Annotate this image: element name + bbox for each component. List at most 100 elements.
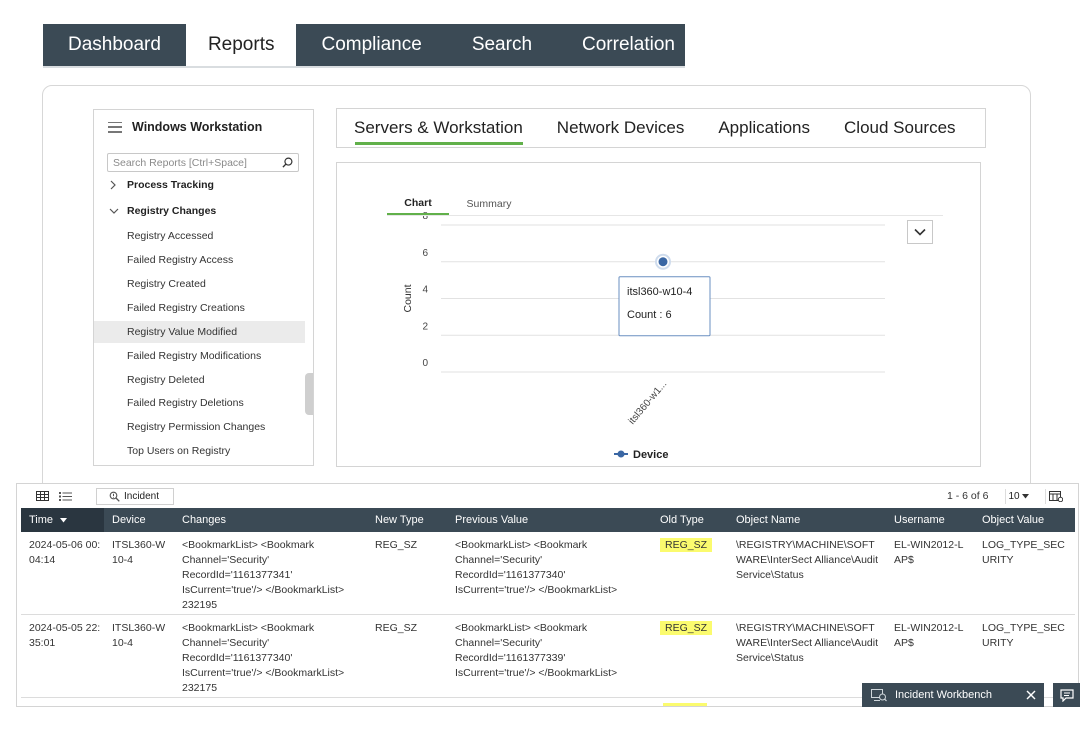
cell-old-type: REG_SZ [652,538,728,553]
column-label: Time [29,514,54,526]
page-size-select[interactable]: 10 [1005,489,1031,504]
report-sidebar: Windows Workstation Process Tracking Reg… [93,109,314,466]
incident-label: Incident [124,491,160,502]
sidebar-item-top-users-on-registry[interactable]: Top Users on Registry [94,440,305,462]
sidebar-item-registry-permission-changes[interactable]: Registry Permission Changes [94,416,305,438]
nav-tab-compliance[interactable]: Compliance [296,24,446,66]
cell-device: ITSL360-W10-4 [112,622,166,649]
cell-device: ITSL360-W10-4 [112,539,166,566]
tab-applications[interactable]: Applications [701,109,827,147]
column-settings-icon[interactable] [1045,489,1065,504]
y-tick-label: 6 [422,248,428,259]
legend-label: Device [633,449,668,461]
nav-tab-search[interactable]: Search [447,24,557,66]
sidebar-item-registry-deleted[interactable]: Registry Deleted [94,369,305,391]
incident-icon [109,491,120,502]
column-header-new-type[interactable]: New Type [367,508,447,532]
chat-icon [1059,688,1074,702]
column-header-previous-value[interactable]: Previous Value [447,508,652,532]
cell-changes: <BookmarkList> <Bookmark Channel='Securi… [182,539,345,611]
results-grid: Incident 1 - 6 of 6 10 Time Device Chang… [16,483,1079,707]
report-search-box [107,153,299,172]
column-header-object-name[interactable]: Object Name [728,508,886,532]
chevron-right-icon [109,180,127,190]
hamburger-menu-icon[interactable] [108,121,122,133]
sidebar-title: Windows Workstation [132,120,263,134]
cell-object-value: LOG_TYPE_SECURITY [982,622,1065,649]
column-header-time[interactable]: Time [21,508,104,532]
sidebar-item-failed-registry-modifications[interactable]: Failed Registry Modifications [94,345,305,367]
partial-row-highlight [663,703,707,706]
sidebar-item-registry-accessed[interactable]: Registry Accessed [94,225,305,247]
nav-tab-reports[interactable]: Reports [185,24,297,66]
sidebar-group-label: Registry Changes [127,205,217,217]
data-point [658,257,668,267]
grid-view-icon[interactable] [31,488,53,504]
column-header-device[interactable]: Device [104,508,174,532]
cell-new-type: REG_SZ [375,539,418,551]
subtab-summary[interactable]: Summary [457,193,521,215]
chevron-down-icon [914,228,926,236]
sidebar-item-registry-value-modified[interactable]: Registry Value Modified [94,321,305,343]
old-type-highlight: REG_SZ [660,621,713,635]
sidebar-scrollbar[interactable] [305,373,313,415]
cell-username: EL-WIN2012-LAP$ [894,539,964,566]
sidebar-header: Windows Workstation [108,118,262,136]
nav-tab-correlation[interactable]: Correlation [557,24,700,66]
sort-desc-icon [60,517,68,522]
incident-button[interactable]: Incident [96,488,174,505]
cell-new-type: REG_SZ [375,622,418,634]
column-header-username[interactable]: Username [886,508,974,532]
table-row[interactable]: 2024-05-06 00:04:14 ITSL360-W10-4 <Bookm… [21,532,1075,615]
sidebar-group-label: Process Tracking [127,179,214,191]
tooltip-count: Count : 6 [627,309,672,321]
caret-down-icon [1021,494,1029,499]
cell-object-name: \REGISTRY\MACHINE\SOFTWARE\InterSect All… [736,539,879,581]
search-icon[interactable] [282,157,293,168]
y-axis-label: Count [402,284,414,312]
chevron-down-icon [109,207,127,215]
table-header: Time Device Changes New Type Previous Va… [21,508,1075,532]
report-search-input[interactable] [108,154,278,171]
sidebar-group-registry-changes[interactable]: Registry Changes [94,200,313,222]
legend-marker [617,450,625,458]
incident-workbench-label: Incident Workbench [895,689,993,701]
subtab-chart[interactable]: Chart [387,193,449,215]
tab-cloud-sources[interactable]: Cloud Sources [827,109,973,147]
cell-changes: <BookmarkList> <Bookmark Channel='Securi… [182,622,345,694]
cell-time: 2024-05-05 22:35:01 [29,622,101,649]
sidebar-item-failed-registry-access[interactable]: Failed Registry Access [94,249,305,271]
grid-toolbar: Incident 1 - 6 of 6 10 [17,484,1078,509]
chat-button[interactable] [1053,683,1080,707]
y-tick-label: 4 [422,285,428,296]
tab-network-devices[interactable]: Network Devices [540,109,702,147]
x-tick-label: itsl360-w1... [627,379,670,427]
cell-time: 2024-05-06 00:04:14 [29,539,101,566]
chart-subtabs: Chart Summary [387,193,943,216]
column-header-old-type[interactable]: Old Type [652,508,728,532]
page-size-value: 10 [1008,491,1020,502]
incident-workbench-bar[interactable]: Incident Workbench [862,683,1044,707]
nav-underline [43,66,685,68]
y-tick-label: 2 [422,321,428,332]
category-tabs: Servers & Workstation Network Devices Ap… [336,108,986,148]
cell-previous-value: <BookmarkList> <Bookmark Channel='Securi… [455,539,618,596]
tab-servers-workstation[interactable]: Servers & Workstation [337,109,540,147]
y-tick-label: 0 [422,358,428,369]
chart-panel: 0 2 4 6 8 Count itsl360-w1... itsl360-w10-4 Coun… [336,162,981,467]
cell-previous-value: <BookmarkList> <Bookmark Channel='Securi… [455,622,618,679]
close-icon[interactable] [1024,688,1038,702]
column-header-object-value[interactable]: Object Value [974,508,1075,532]
workbench-icon [871,688,887,701]
chart-options-dropdown[interactable] [907,220,933,244]
column-header-changes[interactable]: Changes [174,508,367,532]
sidebar-group-process-tracking[interactable]: Process Tracking [94,174,313,196]
sidebar-item-failed-registry-deletions[interactable]: Failed Registry Deletions [94,392,305,414]
sidebar-item-registry-created[interactable]: Registry Created [94,273,305,295]
sidebar-item-failed-registry-creations[interactable]: Failed Registry Creations [94,297,305,319]
cell-object-name: \REGISTRY\MACHINE\SOFTWARE\InterSect All… [736,622,879,664]
list-view-icon[interactable] [54,488,76,504]
nav-tab-dashboard[interactable]: Dashboard [43,24,186,66]
cell-object-value: LOG_TYPE_SECURITY [982,539,1065,566]
cell-old-type: REG_SZ [652,621,728,636]
